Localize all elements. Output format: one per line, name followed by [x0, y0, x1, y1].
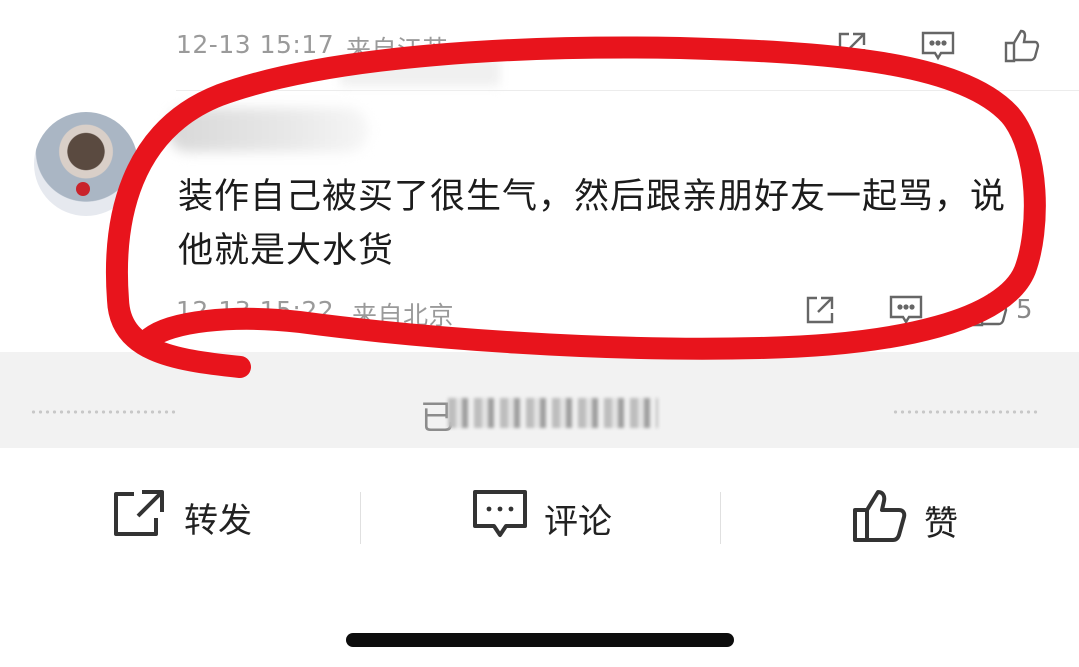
bar-separator — [360, 492, 361, 544]
username-blurred[interactable] — [168, 108, 368, 152]
blurred-area — [340, 58, 500, 86]
like-button[interactable]: 赞 — [852, 488, 958, 553]
dotted-divider-right — [892, 410, 1038, 414]
avatar[interactable] — [34, 112, 138, 216]
comment-text: 装作自己被买了很生气，然后跟亲朋好友一起骂，说他就是大水货 — [178, 177, 1007, 271]
repost-button[interactable]: 转发 — [112, 488, 252, 547]
thumbs-up-icon — [852, 488, 908, 553]
bar-separator — [720, 492, 721, 544]
home-indicator[interactable] — [346, 633, 734, 647]
band-text-blurred — [448, 398, 658, 428]
comment-icon[interactable] — [918, 26, 958, 66]
dotted-divider-left — [30, 410, 176, 414]
comment-location: 来自北京 — [352, 301, 455, 330]
prev-comment-timestamp: 12-13 15:17 — [176, 30, 335, 59]
repost-icon[interactable] — [832, 26, 872, 66]
comment-icon — [472, 488, 528, 549]
comment-icon[interactable] — [886, 290, 926, 330]
like-label: 赞 — [924, 504, 958, 544]
red-marker-circle — [105, 36, 1046, 378]
like-count: 5 — [1016, 295, 1033, 325]
comment-label: 评论 — [544, 502, 612, 542]
comment-button[interactable]: 评论 — [472, 488, 612, 549]
comment-timestamp: 12-13 15:22 — [176, 296, 335, 325]
thumbs-up-icon[interactable] — [970, 290, 1010, 330]
comment-divider — [176, 90, 1079, 91]
repost-icon — [112, 488, 168, 547]
comment-actions: 5 — [800, 290, 1033, 330]
repost-label: 转发 — [184, 501, 252, 541]
thumbs-up-icon[interactable] — [1002, 26, 1042, 66]
bottom-action-bar: 转发 评论 赞 — [0, 470, 1079, 566]
repost-icon[interactable] — [800, 290, 840, 330]
prev-comment-actions — [832, 26, 1042, 66]
